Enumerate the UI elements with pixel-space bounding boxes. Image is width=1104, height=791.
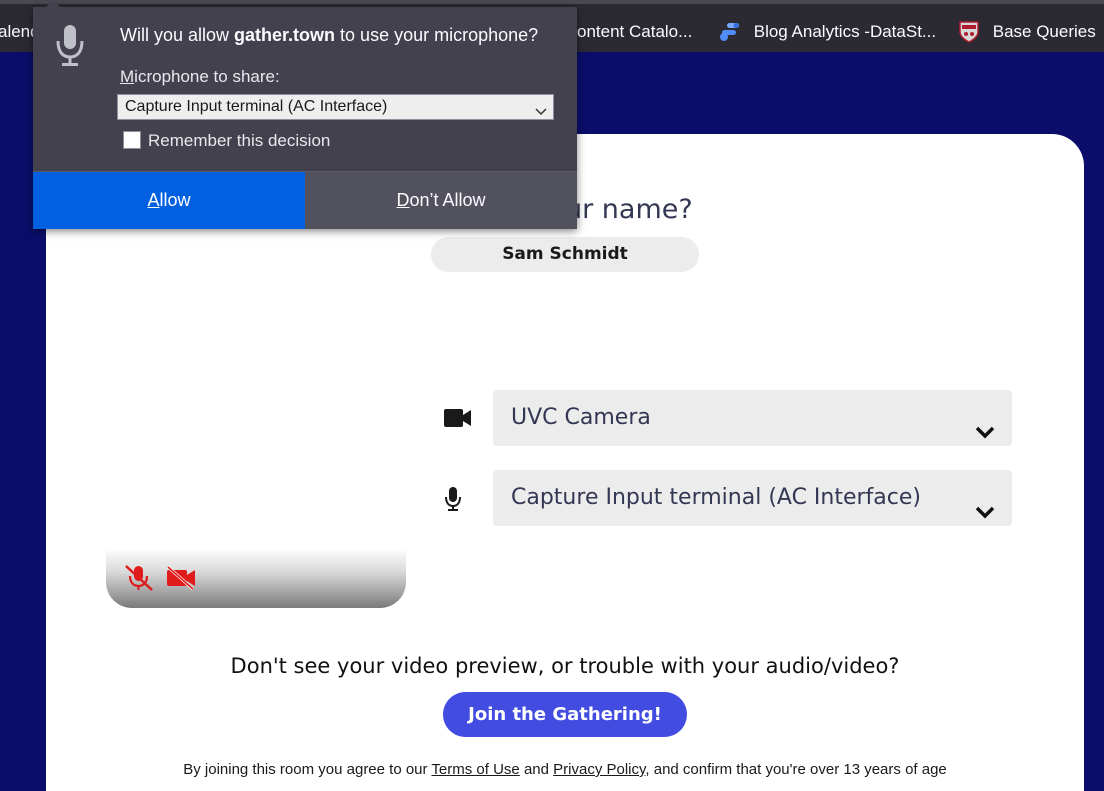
chevron-down-icon [974, 488, 996, 519]
site-name: gather.town [234, 25, 336, 45]
remember-label: Remember this decision [148, 131, 331, 150]
video-preview [106, 548, 406, 608]
join-button[interactable]: Join the Gathering! [443, 692, 687, 737]
button-label-rest: llow [159, 190, 191, 210]
bookmark-blog-analytics[interactable]: Blog Analytics -DataSt... [719, 18, 936, 46]
dont-allow-button[interactable]: Don’t Allow [305, 172, 577, 229]
shield-crest-icon [958, 20, 980, 43]
tab-strip-edge [0, 0, 1104, 4]
legal-suffix: , and confirm that you're over 13 years … [645, 761, 947, 778]
terms-link[interactable]: Terms of Use [431, 761, 519, 778]
dialog-arrow [45, 0, 61, 8]
remember-checkbox[interactable] [123, 130, 141, 149]
data-studio-icon [719, 20, 741, 42]
legal-notice: By joining this room you agree to our Te… [0, 761, 1104, 778]
chevron-down-icon [974, 408, 996, 439]
microphone-select-value: Capture Input terminal (AC Interface) [511, 485, 921, 510]
permission-question: Will you allow gather.town to use your m… [120, 25, 538, 46]
access-key: A [147, 190, 160, 210]
chevron-down-icon [535, 101, 547, 125]
camera-off-icon[interactable] [165, 566, 197, 590]
question-prefix: Will you allow [120, 25, 235, 45]
access-key: M [120, 67, 135, 86]
microphone-permission-dialog: Will you allow gather.town to use your m… [33, 0, 577, 229]
bookmark-label: ontent Catalo... [577, 22, 693, 41]
allow-button[interactable]: Allow [33, 172, 305, 229]
legal-and: and [519, 761, 554, 778]
question-suffix: to use your microphone? [335, 25, 539, 45]
name-input[interactable]: Sam Schmidt [431, 237, 699, 272]
camera-select[interactable]: UVC Camera [493, 390, 1012, 446]
label-rest: icrophone to share: [134, 67, 280, 86]
microphone-select[interactable]: Capture Input terminal (AC Interface) [493, 470, 1012, 526]
microphone-icon [444, 486, 462, 516]
bookmark-content-catalog[interactable]: ontent Catalo... [577, 18, 692, 46]
camera-select-value: UVC Camera [511, 405, 651, 430]
microphone-device-dropdown[interactable]: Capture Input terminal (AC Interface) [117, 94, 554, 120]
remember-decision[interactable]: Remember this decision [123, 130, 331, 151]
legal-prefix: By joining this room you agree to our [183, 761, 432, 778]
camera-icon [444, 408, 472, 432]
privacy-link[interactable]: Privacy Policy [553, 761, 645, 778]
bookmark-label: Base Queries [992, 22, 1096, 41]
page-title: ur name? [565, 194, 693, 225]
button-label-rest: on’t Allow [409, 190, 486, 210]
microphone-share-label: Microphone to share: [120, 67, 280, 87]
mic-muted-icon[interactable] [123, 564, 155, 592]
bookmark-label: Blog Analytics -DataSt... [753, 22, 937, 41]
microphone-icon [55, 23, 85, 74]
dropdown-value: Capture Input terminal (AC Interface) [125, 98, 388, 115]
access-key: D [396, 190, 410, 210]
trouble-text: Don't see your video preview, or trouble… [230, 654, 900, 678]
bookmark-base-queries[interactable]: Base Queries [958, 18, 1096, 46]
